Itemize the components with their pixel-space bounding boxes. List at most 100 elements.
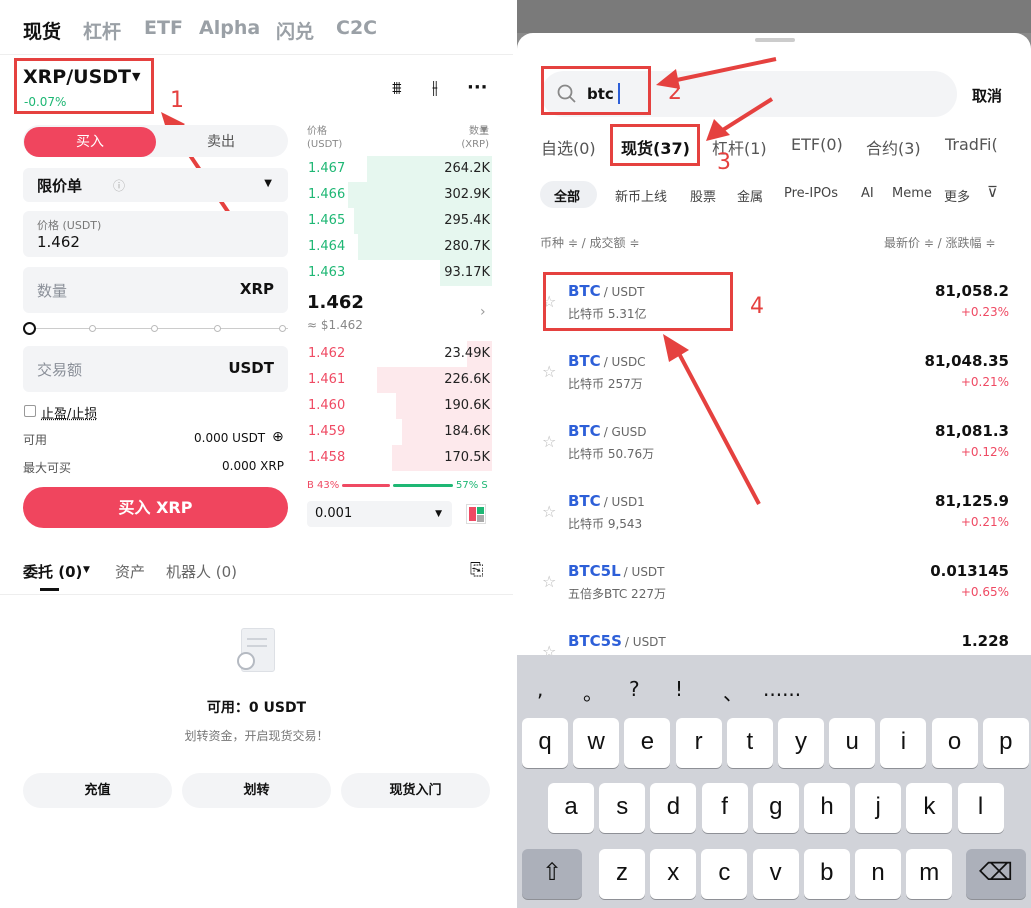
transfer-button[interactable]: 划转 [182,773,331,808]
buy-tab[interactable]: 买入 [24,127,156,157]
key-p[interactable]: p [982,718,1029,768]
sheet-handle[interactable] [755,38,795,42]
key-y[interactable]: y [778,718,824,768]
tab-assets[interactable]: 资产 [115,561,145,582]
depth-layout-icon[interactable] [466,504,486,524]
slider-handle[interactable] [23,322,36,335]
tab-etf-results[interactable]: ETF(0) [791,135,843,154]
tab-convert[interactable]: 闪兑 [276,17,314,44]
deposit-button[interactable]: 充值 [23,773,172,808]
key-s[interactable]: s [599,783,646,833]
order-history-icon[interactable]: ⎘ [470,560,484,580]
tab-favorites[interactable]: 自选(0) [541,135,596,159]
keyboard-suggestion[interactable]: ! [675,677,683,701]
key-j[interactable]: j [855,783,902,833]
chip-metals[interactable]: 金属 [737,186,763,205]
key-k[interactable]: k [906,783,953,833]
spot-guide-button[interactable]: 现货入门 [341,773,490,808]
chevron-right-icon[interactable]: › [480,304,486,320]
chip-all[interactable]: 全部 [554,186,580,205]
chip-ai[interactable]: AI [861,186,874,201]
price-input[interactable]: 价格 (USDT) 1.462 [23,211,288,257]
key-u[interactable]: u [829,718,876,768]
key-w[interactable]: w [573,718,620,768]
chip-meme[interactable]: Meme [892,186,932,201]
tab-alpha[interactable]: Alpha [199,17,260,39]
candlestick-icon[interactable]: ⫲ [432,77,438,98]
sort-header-right[interactable]: 最新价 ≑ / 涨跌幅 ≑ [884,234,995,251]
key-f[interactable]: f [701,783,748,833]
key-o[interactable]: o [931,718,978,768]
coin-list-item[interactable]: ☆ BTC5L / USDT 五倍多BTC 227万 0.013145 +0.65% [517,552,1031,622]
key-a[interactable]: a [548,783,594,833]
buy-submit-button[interactable]: 买入 XRP [23,487,288,528]
more-icon[interactable]: ··· [467,77,488,98]
tpsl-label[interactable]: 止盈/止损 [41,403,97,422]
tab-tradfi-results[interactable]: TradFi( [945,135,998,154]
key-l[interactable]: l [957,783,1004,833]
key-n[interactable]: n [855,849,901,899]
key-r[interactable]: r [675,718,722,768]
chart-settings-icon[interactable]: ⩩ [392,78,402,99]
key-x[interactable]: x [650,849,697,899]
key-g[interactable]: g [752,783,799,833]
key-t[interactable]: t [726,718,773,768]
orderbook-bid-row[interactable]: 1.465 295.4K [300,208,492,234]
chip-more[interactable]: 更多 [944,186,970,205]
info-icon[interactable]: ⓘ [113,177,125,194]
tab-c2c[interactable]: C2C [336,17,377,39]
tab-bots[interactable]: 机器人 (0) [166,561,237,582]
key-b[interactable]: b [803,849,850,899]
star-icon[interactable]: ☆ [542,502,556,521]
coin-list-item[interactable]: ☆ BTC / GUSD 比特币 50.76万 81,081.3 +0.12% [517,412,1031,482]
orderbook-bid-row[interactable]: 1.463 93.17K [300,260,492,286]
sort-header-left[interactable]: 币种 ≑ / 成交额 ≑ [540,234,639,251]
coin-list-item[interactable]: ☆ BTC / USD1 比特币 9,543 81,125.9 +0.21% [517,482,1031,552]
chip-pre-ipos[interactable]: Pre-IPOs [784,186,838,201]
tab-futures-results[interactable]: 合约(3) [866,135,921,159]
keyboard-suggestion[interactable]: ...... [763,677,801,701]
key-d[interactable]: d [650,783,697,833]
key-v[interactable]: v [752,849,799,899]
tab-spot[interactable]: 现货 [23,17,61,44]
quantity-input[interactable]: 数量 XRP [23,267,288,313]
amount-input[interactable]: 交易额 USDT [23,346,288,392]
orderbook-ask-row[interactable]: 1.462 23.49K [300,341,492,367]
key-z[interactable]: z [599,849,645,899]
keyboard-suggestion[interactable]: , [537,677,543,701]
orderbook-bid-row[interactable]: 1.467 264.2K [300,156,492,182]
tab-etf[interactable]: ETF [144,17,183,39]
chip-stocks[interactable]: 股票 [690,186,716,205]
precision-select[interactable]: 0.001 ▼ [307,501,452,527]
key-m[interactable]: m [906,849,953,899]
backspace-key[interactable]: ⌫ [966,849,1026,899]
coin-list-item[interactable]: ☆ BTC / USDC 比特币 257万 81,048.35 +0.21% [517,342,1031,412]
filter-icon[interactable]: ⊽ [987,183,998,201]
order-type-select[interactable]: 限价单 ⓘ ▼ [23,168,288,202]
star-icon[interactable]: ☆ [542,362,556,381]
amount-slider[interactable] [23,322,288,336]
cancel-button[interactable]: 取消 [972,85,1002,106]
tab-orders[interactable]: 委托 (0) [23,561,82,582]
keyboard-suggestion[interactable]: 。 [583,677,603,706]
orderbook-ask-row[interactable]: 1.460 190.6K [300,393,492,419]
chip-new-listing[interactable]: 新币上线 [615,186,667,205]
key-q[interactable]: q [522,718,568,768]
shift-key[interactable]: ⇧ [522,849,582,899]
orderbook-bid-row[interactable]: 1.464 280.7K [300,234,492,260]
star-icon[interactable]: ☆ [542,432,556,451]
key-h[interactable]: h [804,783,850,833]
key-i[interactable]: i [880,718,927,768]
keyboard-suggestion[interactable]: 、 [723,677,743,706]
tpsl-checkbox[interactable] [24,405,36,417]
sell-tab[interactable]: 卖出 [155,127,287,157]
orderbook-ask-row[interactable]: 1.458 170.5K [300,445,492,471]
key-e[interactable]: e [624,718,671,768]
orderbook-ask-row[interactable]: 1.461 226.6K [300,367,492,393]
add-funds-icon[interactable]: ⊕ [272,429,284,445]
keyboard-suggestion[interactable]: ? [629,677,640,701]
tab-margin[interactable]: 杠杆 [83,17,121,44]
orderbook-bid-row[interactable]: 1.466 302.9K [300,182,492,208]
star-icon[interactable]: ☆ [542,572,556,591]
orderbook-ask-row[interactable]: 1.459 184.6K [300,419,492,445]
